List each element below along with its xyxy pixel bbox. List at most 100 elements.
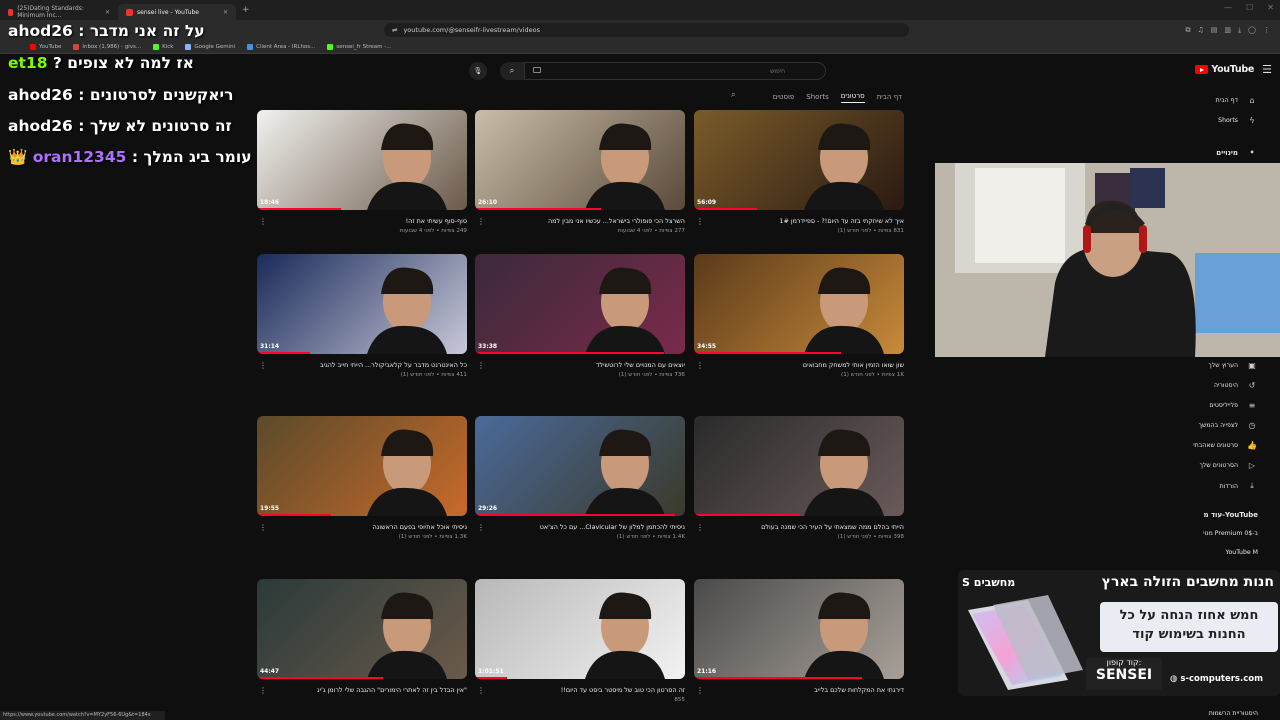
sidebar-item[interactable]: דף הבית ⌂ [1148,96,1258,105]
video-title[interactable]: כל האינטרנט מדבר על קלאביקולר... הייתי ח… [257,361,467,369]
sidebar-item[interactable]: פלייליסטים ≡ [1148,401,1258,410]
downloads-icon[interactable]: ⤓ [1238,26,1241,35]
watch-progress-bar [475,352,664,354]
sidebar-item[interactable]: מנוי Premium ב-0$ [1148,530,1258,537]
channel-tab[interactable]: דף הבית [877,93,902,101]
video-card[interactable]: 56:09 איך לא שיחקתי בזה עד היום!? - ספייד… [694,110,904,234]
channel-search-icon[interactable]: ⌕ [731,90,735,100]
video-card[interactable]: הייתי בהלם ממה שמצאתי על העיר הכי שמנה ב… [694,416,904,540]
video-card[interactable]: 44:47 "אין הבדל בין זה לאתרי הימורים" ההג… [257,579,467,697]
browser-tab-sensei[interactable]: sensei live - YouTube ✕ [118,4,236,20]
close-tab-icon[interactable]: ✕ [105,9,110,16]
more-options-icon[interactable]: ⋮ [259,523,267,532]
video-title[interactable]: ניסיתי להכתמן למלון של Clavicular... עם … [475,523,685,531]
sidebar-item[interactable]: לצפייה בהמשך ◷ [1148,421,1258,430]
channel-tab[interactable]: Shorts [806,93,828,101]
video-title[interactable]: "אין הבדל בין זה לאתרי הימורים" ההגבה של… [257,686,467,694]
video-card[interactable]: 29:26 ניסיתי להכתמן למלון של Clavicular..… [475,416,685,540]
video-title[interactable]: הייתי בהלם ממה שמצאתי על העיר הכי שמנה ב… [694,523,904,531]
video-title[interactable]: השרצל הכי פופולרי בישראל... עכשיו אני מב… [475,217,685,225]
split-view-icon[interactable]: ▥ [1224,26,1231,35]
video-thumbnail[interactable]: 1:01:51 [475,579,685,679]
watch-progress-bar [694,352,841,354]
profile-icon[interactable]: ◯ [1248,26,1256,35]
video-thumbnail[interactable]: 44:47 [257,579,467,679]
more-options-icon[interactable]: ⋮ [259,361,267,370]
video-card[interactable]: 19:55 ניסיתי אוכל אתיופי בפעם הראשונה 1.3K… [257,416,467,540]
new-tab-button[interactable]: + [242,5,250,15]
maximize-icon[interactable]: ☐ [1246,3,1253,12]
sidebar-item[interactable]: מינויים • [1148,148,1258,157]
sidebar-item[interactable]: סרטונים שאהבתי 👍 [1148,441,1258,450]
video-title[interactable]: סוף-סוף עשיתי את זה! [257,217,467,225]
voice-search-button[interactable]: 🎙 [469,62,487,80]
search-button[interactable]: ⌕ [500,62,524,80]
bookmark-item[interactable]: Inbox (1,986) - givs... [73,43,141,50]
video-title[interactable]: יוצאים עם המנויים שלי לרוטשילד [475,361,685,369]
search-input[interactable]: חיפוש [524,62,826,80]
more-options-icon[interactable]: ⋮ [696,686,704,695]
menu-icon[interactable]: ⋮ [1263,26,1270,35]
close-tab-icon[interactable]: ✕ [223,9,228,16]
more-options-icon[interactable]: ⋮ [477,523,485,532]
site-info-icon[interactable]: ⇌ [392,26,397,34]
more-options-icon[interactable]: ⋮ [477,361,485,370]
minimize-icon[interactable]: — [1224,3,1232,12]
video-thumbnail[interactable]: 56:09 [694,110,904,210]
hamburger-menu-icon[interactable]: ☰ [1262,63,1272,76]
video-thumbnail[interactable]: 33:38 [475,254,685,354]
video-title[interactable]: דירגתי את המקלחות שלכם בלייב [694,686,904,694]
video-title[interactable]: ניסיתי אוכל אתיופי בפעם הראשונה [257,523,467,531]
video-card[interactable]: 26:10 השרצל הכי פופולרי בישראל... עכשיו א… [475,110,685,234]
more-options-icon[interactable]: ⋮ [259,686,267,695]
more-options-icon[interactable]: ⋮ [477,217,485,226]
video-thumbnail[interactable] [694,416,904,516]
youtube-logo[interactable]: YouTube [1195,64,1254,75]
video-thumbnail[interactable]: 19:55 [257,416,467,516]
thumbnail-person [367,592,447,679]
sidebar-item[interactable]: Shorts ϟ [1148,116,1258,125]
video-thumbnail[interactable]: 26:10 [475,110,685,210]
sidebar-item[interactable]: הערוץ שלך ▣ [1148,361,1258,370]
sidebar-item[interactable]: עוד מ-YouTube [1148,511,1258,519]
reading-list-icon[interactable]: ▤ [1211,26,1218,35]
more-options-icon[interactable]: ⋮ [259,217,267,226]
video-title[interactable]: זה הסרטון הכי טוב של מיסטר ביסט עד היום!… [475,686,685,694]
bookmark-item[interactable]: YouTube [30,43,61,50]
bookmark-item[interactable]: Kick [153,43,173,50]
extensions-icon[interactable]: ⧉ [1186,26,1191,35]
video-duration: 26:10 [478,199,498,206]
video-thumbnail[interactable]: 34:55 [694,254,904,354]
video-thumbnail[interactable]: 21:16 [694,579,904,679]
video-title[interactable]: שון שואו הזמין אותי למשחק מחבואים [694,361,904,369]
sidebar-item[interactable]: היסטוריית הרשמות [1148,710,1258,717]
video-thumbnail[interactable]: 29:26 [475,416,685,516]
video-card[interactable]: 34:55 שון שואו הזמין אותי למשחק מחבואים 1K… [694,254,904,378]
more-options-icon[interactable]: ⋮ [696,361,704,370]
bookmark-item[interactable]: Google Gemini [185,43,235,50]
video-card[interactable]: 33:38 יוצאים עם המנויים שלי לרוטשילד 736 צ… [475,254,685,378]
browser-tab-dating[interactable]: (25)Dating Standards: Minimum Inc... ✕ [0,4,118,20]
bookmark-item[interactable]: sensei_fr Stream -... [327,43,392,50]
more-options-icon[interactable]: ⋮ [477,686,485,695]
close-window-icon[interactable]: ✕ [1267,3,1274,12]
sidebar-item[interactable]: הורדות ⤓ [1148,481,1258,491]
sidebar-item[interactable]: היסטוריה ↺ [1148,381,1258,390]
channel-tab[interactable]: פוסטים [773,93,795,101]
video-thumbnail[interactable]: 31:14 [257,254,467,354]
video-card[interactable]: 31:14 כל האינטרנט מדבר על קלאביקולר... הי… [257,254,467,378]
video-card[interactable]: 1:01:51 זה הסרטון הכי טוב של מיסטר ביסט ע… [475,579,685,703]
video-thumbnail[interactable]: 18:46 [257,110,467,210]
more-options-icon[interactable]: ⋮ [696,217,704,226]
video-card[interactable]: 18:46 סוף-סוף עשיתי את זה! 249 צפיות • לפנ… [257,110,467,234]
more-options-icon[interactable]: ⋮ [696,523,704,532]
address-bar[interactable]: ⇌ youtube.com/@senseifr-livestream/video… [384,23,909,37]
bookmark-item[interactable]: Client Area - IRLhos... [247,43,315,50]
media-icon[interactable]: ♫ [1198,26,1204,35]
channel-tab[interactable]: סרטונים [840,92,865,103]
video-card[interactable]: 21:16 דירגתי את המקלחות שלכם בלייב ⋮ [694,579,904,697]
video-title[interactable]: איך לא שיחקתי בזה עד היום!? - ספיידרמן 1… [694,217,904,225]
sidebar-item[interactable]: YouTube M [1148,549,1258,556]
sidebar-item[interactable]: הסרטונים שלך ▷ [1148,461,1258,470]
keyboard-icon[interactable] [533,67,541,73]
